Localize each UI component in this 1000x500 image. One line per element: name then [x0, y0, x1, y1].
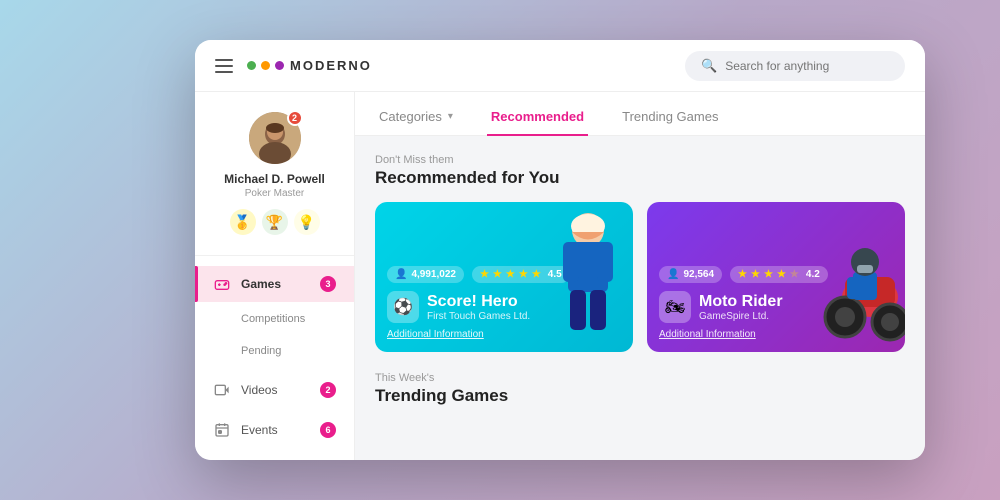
events-badge: 6: [320, 422, 336, 438]
moto-rider-text: Moto Rider GameSpire Ltd.: [699, 292, 783, 322]
videos-badge: 2: [320, 382, 336, 398]
tab-categories[interactable]: Categories ▾: [375, 99, 457, 136]
search-input[interactable]: [725, 59, 889, 73]
video-icon: [213, 382, 231, 398]
star-4: ★: [519, 269, 528, 280]
user-icon: 👤: [395, 269, 407, 280]
nav-items: Games 3 Competitions Pending: [195, 266, 354, 448]
user-icon-2: 👤: [667, 269, 679, 280]
pending-label: Pending: [241, 345, 281, 357]
tab-trending-games[interactable]: Trending Games: [618, 99, 722, 136]
moto-rider-publisher: GameSpire Ltd.: [699, 311, 783, 322]
search-icon: 🔍: [701, 58, 717, 74]
trending-section: This Week's Trending Games: [375, 372, 905, 406]
recommended-subtitle: Don't Miss them: [375, 154, 905, 166]
score-hero-text: Score! Hero First Touch Games Ltd.: [427, 292, 530, 322]
achievement-gold: 🥇: [230, 209, 256, 235]
score-hero-players: 👤 4,991,022: [387, 266, 464, 283]
chevron-down-icon: ▾: [448, 111, 453, 122]
recommended-title: Recommended for You: [375, 168, 905, 188]
app-logo-text: MODERNO: [290, 58, 372, 73]
sidebar-item-videos[interactable]: Videos 2: [195, 372, 354, 408]
football-player-illustration: [548, 212, 628, 342]
trending-title: Trending Games: [375, 386, 905, 406]
achievement-trophy: 🏆: [262, 209, 288, 235]
game-cards-row: 👤 4,991,022 ★ ★ ★ ★ ★ 4.5: [375, 202, 905, 352]
sidebar-item-games[interactable]: Games 3: [195, 266, 354, 302]
videos-label: Videos: [241, 383, 310, 397]
star-1: ★: [480, 269, 489, 280]
hamburger-menu-button[interactable]: [215, 59, 233, 73]
sidebar: 2 Michael D. Powell Poker Master 🥇 🏆 💡: [195, 92, 355, 460]
logo-dot-green: [247, 61, 256, 70]
trending-subtitle: This Week's: [375, 372, 905, 384]
moto-rider-illustration: [785, 207, 905, 347]
sidebar-item-events[interactable]: Events 6: [195, 412, 354, 448]
profile-section: 2 Michael D. Powell Poker Master 🥇 🏆 💡: [195, 112, 354, 256]
events-label: Events: [241, 423, 310, 437]
star-3: ★: [506, 269, 515, 280]
user-name: Michael D. Powell: [224, 172, 325, 186]
notification-badge: 2: [287, 110, 303, 126]
moto-rider-players: 👤 92,564: [659, 266, 722, 283]
topbar: MODERNO 🔍: [195, 40, 925, 92]
achievement-icons: 🥇 🏆 💡: [230, 209, 320, 235]
search-bar[interactable]: 🔍: [685, 51, 905, 81]
events-icon: [213, 422, 231, 438]
logo-dot-purple: [275, 61, 284, 70]
user-title: Poker Master: [245, 188, 304, 199]
games-label: Games: [241, 277, 310, 291]
main-scroll-content: Don't Miss them Recommended for You 👤 4,…: [355, 136, 925, 430]
game-card-moto-rider[interactable]: 👤 92,564 ★ ★ ★ ★ ★ 4.2: [647, 202, 905, 352]
logo-dots: [247, 61, 284, 70]
score-hero-icon: ⚽: [387, 291, 419, 323]
avatar-wrapper: 2: [249, 112, 301, 164]
app-window: MODERNO 🔍: [195, 40, 925, 460]
gamepad-icon: [213, 276, 231, 292]
star-5: ★: [532, 269, 541, 280]
moto-rider-icon: 🏍: [659, 291, 691, 323]
moto-star-1: ★: [738, 269, 747, 280]
star-2: ★: [493, 269, 502, 280]
content-area: 2 Michael D. Powell Poker Master 🥇 🏆 💡: [195, 92, 925, 460]
score-hero-publisher: First Touch Games Ltd.: [427, 311, 530, 322]
logo-dot-orange: [261, 61, 270, 70]
competitions-label: Competitions: [241, 313, 305, 325]
tab-recommended[interactable]: Recommended: [487, 99, 588, 136]
achievement-idea: 💡: [294, 209, 320, 235]
moto-star-2: ★: [751, 269, 760, 280]
score-hero-title: Score! Hero: [427, 292, 530, 311]
moto-star-3: ★: [764, 269, 773, 280]
main-content-area: Categories ▾ Recommended Trending Games …: [355, 92, 925, 460]
moto-rider-title: Moto Rider: [699, 292, 783, 311]
games-badge: 3: [320, 276, 336, 292]
sidebar-item-competitions[interactable]: Competitions: [195, 302, 354, 334]
sidebar-item-pending[interactable]: Pending: [195, 334, 354, 366]
game-card-score-hero[interactable]: 👤 4,991,022 ★ ★ ★ ★ ★ 4.5: [375, 202, 633, 352]
tabs: Categories ▾ Recommended Trending Games: [355, 92, 925, 136]
